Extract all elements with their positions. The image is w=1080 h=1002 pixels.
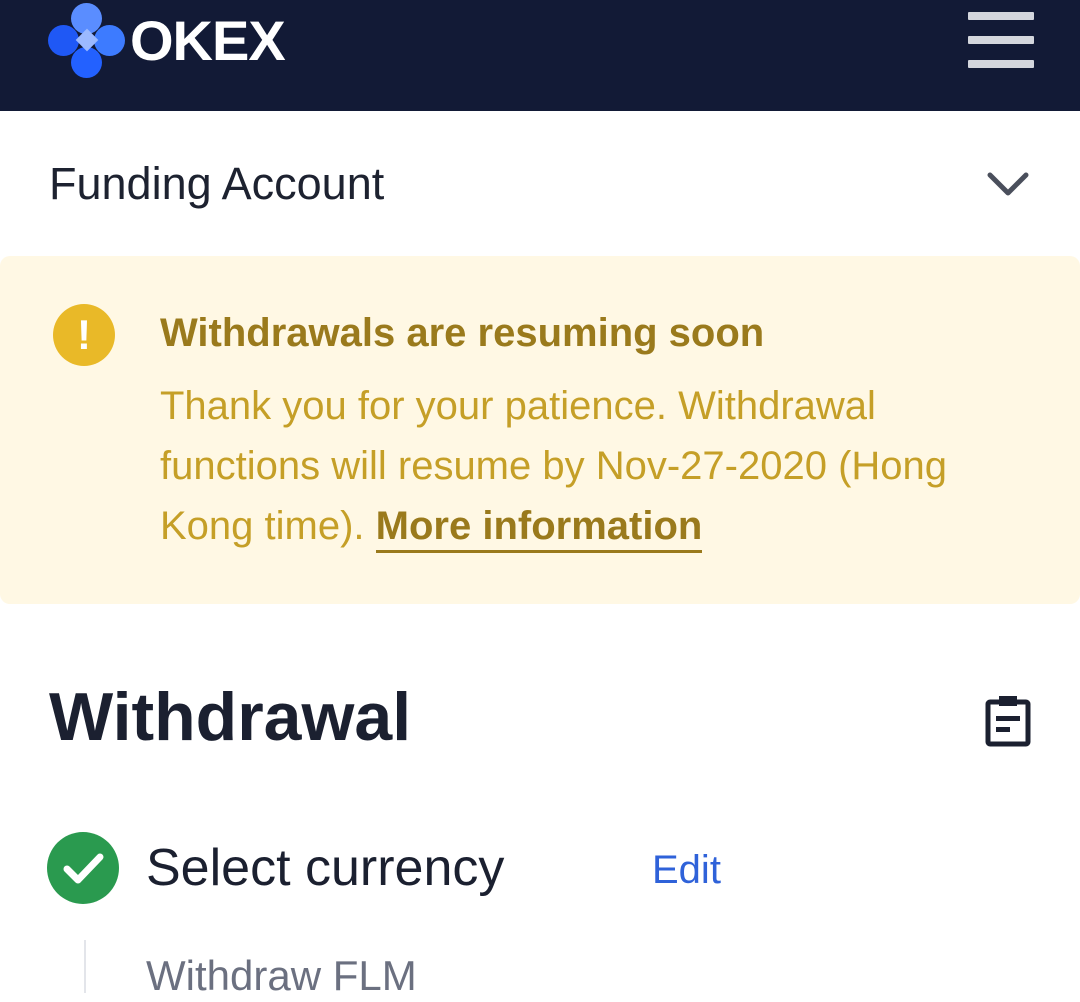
step-subtitle: Withdraw FLM (146, 952, 417, 999)
page-title: Withdrawal (49, 679, 412, 755)
account-title: Funding Account (49, 158, 385, 209)
step-connector-line (84, 940, 86, 993)
withdrawal-notice-banner: ! Withdrawals are resuming soon Thank yo… (0, 256, 1080, 604)
record-clipboard-icon[interactable] (985, 695, 1031, 747)
check-icon (47, 832, 119, 904)
okex-logo-mark-icon (48, 3, 126, 79)
chevron-down-icon[interactable] (986, 163, 1030, 207)
hamburger-menu-icon[interactable] (968, 10, 1034, 70)
okex-logo[interactable]: OKEX (48, 3, 286, 79)
account-selector[interactable]: Funding Account (0, 111, 1080, 256)
edit-currency-button[interactable]: Edit (652, 844, 721, 896)
notice-body: Thank you for your patience. Withdrawal … (160, 376, 1040, 556)
step-title-select-currency: Select currency (146, 839, 505, 897)
logo-text: OKEX (130, 9, 286, 72)
more-information-link[interactable]: More information (375, 504, 703, 553)
notice-title: Withdrawals are resuming soon (160, 311, 765, 355)
exclamation-icon: ! (53, 304, 115, 366)
top-navigation-bar: OKEX (0, 0, 1080, 111)
